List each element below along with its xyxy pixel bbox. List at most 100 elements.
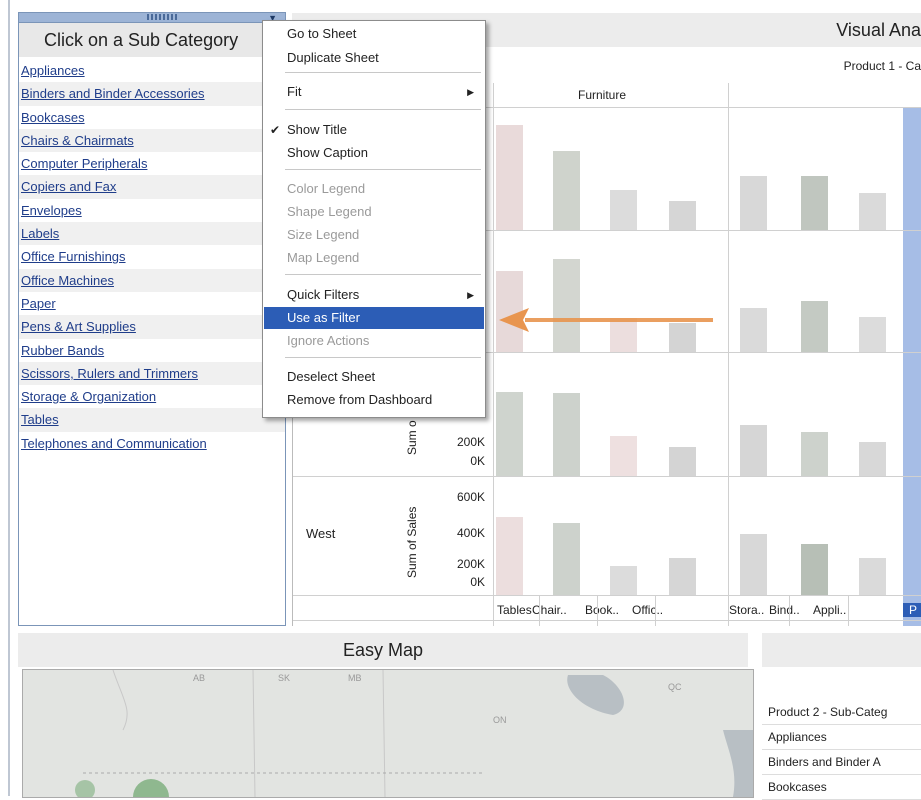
table-row: Bookcases	[762, 775, 921, 800]
bar[interactable]	[859, 193, 886, 230]
menu-item-duplicate-sheet[interactable]: Duplicate Sheet	[264, 47, 484, 69]
menu-item-quick-filters[interactable]: Quick Filters ▶	[264, 284, 484, 306]
subcategory-panel-title: Click on a Sub Category	[19, 23, 285, 57]
menu-separator	[285, 72, 481, 73]
table-header	[762, 633, 921, 667]
subcategory-link[interactable]: Scissors, Rulers and Trimmers	[19, 361, 285, 386]
menu-item-show-title[interactable]: Show Title ✔	[264, 119, 484, 141]
subcategory-link[interactable]: Bookcases	[19, 106, 285, 129]
selected-column-highlight	[903, 107, 921, 626]
y-tick-label: 0K	[470, 575, 485, 589]
menu-item-use-as-filter[interactable]: Use as Filter	[264, 307, 484, 329]
menu-item-color-legend: Color Legend	[264, 178, 484, 200]
subcategory-link[interactable]: Office Machines	[19, 268, 285, 292]
bar[interactable]	[610, 566, 637, 595]
subcategory-panel[interactable]: ▼ Click on a Sub Category Appliances Bind…	[18, 12, 286, 626]
x-category-label[interactable]: Offic..	[632, 603, 663, 617]
bar[interactable]	[740, 425, 767, 476]
bar[interactable]	[610, 190, 637, 230]
bar[interactable]	[669, 201, 696, 230]
bar[interactable]	[740, 534, 767, 595]
map-label: MB	[348, 673, 362, 683]
grid-line	[848, 595, 849, 626]
x-category-label[interactable]: Tables	[497, 603, 532, 617]
menu-separator	[285, 357, 481, 358]
subcategory-link[interactable]: Chairs & Chairmats	[19, 128, 285, 153]
bar[interactable]	[859, 317, 886, 352]
map-header: Easy Map	[18, 633, 748, 667]
bar[interactable]	[859, 558, 886, 595]
y-tick-label: 200K	[456, 557, 485, 571]
subcategory-link[interactable]: Envelopes	[19, 199, 285, 222]
menu-item-ignore-actions: Ignore Actions	[264, 330, 484, 352]
subcategory-link[interactable]: Tables	[19, 408, 285, 432]
bar[interactable]	[740, 308, 767, 352]
bar[interactable]	[553, 151, 580, 230]
category-header-furniture: Furniture	[578, 88, 627, 102]
menu-item-deselect-sheet[interactable]: Deselect Sheet	[264, 366, 484, 388]
region-label-west: West	[306, 526, 336, 541]
menu-item-label: Shape Legend	[287, 204, 372, 219]
y-tick-label: 0K	[470, 454, 485, 468]
bar[interactable]	[610, 436, 637, 476]
bar[interactable]	[801, 301, 828, 352]
subcategory-link[interactable]: Copiers and Fax	[19, 175, 285, 199]
bar[interactable]	[801, 544, 828, 595]
subcategory-link[interactable]: Paper	[19, 292, 285, 315]
bar[interactable]	[801, 176, 828, 230]
menu-separator	[285, 109, 481, 110]
bar[interactable]	[553, 523, 580, 595]
map-title: Easy Map	[342, 640, 424, 660]
menu-item-go-to-sheet[interactable]: Go to Sheet	[264, 23, 484, 45]
table-row: Appliances	[762, 725, 921, 750]
x-category-label[interactable]: Appli..	[813, 603, 846, 617]
x-category-label[interactable]: Stora..	[729, 603, 764, 617]
context-menu[interactable]: Go to Sheet Duplicate Sheet Fit ▶ Show Title…	[262, 20, 486, 418]
bar[interactable]	[553, 393, 580, 476]
arrow-head	[499, 308, 529, 332]
grid-line	[728, 83, 729, 626]
subcategory-table: Product 2 - Sub-Categ Appliances Binders a…	[762, 700, 921, 800]
arrow-annotation	[499, 308, 713, 332]
subcategory-link[interactable]: Pens & Art Supplies	[19, 315, 285, 339]
subcategory-link[interactable]: Labels	[19, 222, 285, 246]
bar[interactable]	[801, 432, 828, 476]
subcategory-link[interactable]: Telephones and Communication	[19, 432, 285, 455]
x-category-label[interactable]: P	[903, 603, 921, 617]
bar[interactable]	[496, 125, 523, 230]
x-category-label[interactable]: Book..	[585, 603, 619, 617]
bar[interactable]	[669, 558, 696, 595]
subcategory-link[interactable]: Computer Peripherals	[19, 152, 285, 175]
grid-line	[539, 595, 540, 626]
grid-line	[789, 595, 790, 626]
y-tick-label: 200K	[456, 435, 485, 449]
table-row: Product 2 - Sub-Categ	[762, 700, 921, 725]
bar[interactable]	[669, 447, 696, 476]
subcategory-link[interactable]: Rubber Bands	[19, 339, 285, 362]
grid-line	[597, 595, 598, 626]
map-view[interactable]: AB SK MB ON QC	[22, 669, 754, 798]
bar[interactable]	[496, 517, 523, 595]
x-category-label[interactable]: Bind..	[769, 603, 800, 617]
x-category-label[interactable]: Chair..	[532, 603, 567, 617]
subcategory-link[interactable]: Storage & Organization	[19, 385, 285, 408]
chart-title: Visual Ana	[836, 20, 921, 40]
menu-item-label: Use as Filter	[287, 310, 360, 325]
y-axis-label: Sum o	[405, 420, 419, 455]
bar[interactable]	[496, 392, 523, 476]
menu-item-show-caption[interactable]: Show Caption	[264, 142, 484, 164]
bar[interactable]	[859, 442, 886, 476]
menu-item-fit[interactable]: Fit ▶	[264, 81, 484, 103]
grid-line	[293, 595, 921, 596]
subcategory-link[interactable]: Binders and Binder Accessories	[19, 82, 285, 106]
subcategory-link[interactable]: Appliances	[19, 59, 285, 82]
subcategory-link[interactable]: Office Furnishings	[19, 245, 285, 268]
menu-separator	[285, 169, 481, 170]
menu-item-label: Go to Sheet	[287, 26, 357, 41]
drag-handle[interactable]	[147, 14, 177, 20]
panel-grip[interactable]: ▼	[19, 13, 285, 23]
menu-item-label: Map Legend	[287, 250, 360, 265]
grid-line	[293, 620, 921, 621]
bar[interactable]	[740, 176, 767, 230]
menu-item-remove-from-dashboard[interactable]: Remove from Dashboard	[264, 389, 484, 411]
